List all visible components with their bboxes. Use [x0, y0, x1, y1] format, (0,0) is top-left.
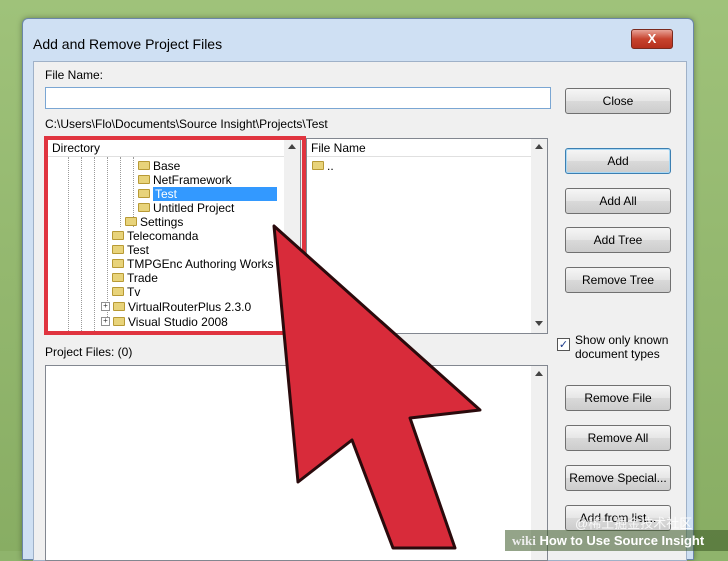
- pointer-arrow-icon: [272, 224, 482, 550]
- wiki-logo: wiki: [512, 533, 536, 548]
- how-to-title: How to Use Source Insight: [539, 533, 705, 548]
- wikihow-caption: wiki How to Use Source Insight: [512, 533, 704, 549]
